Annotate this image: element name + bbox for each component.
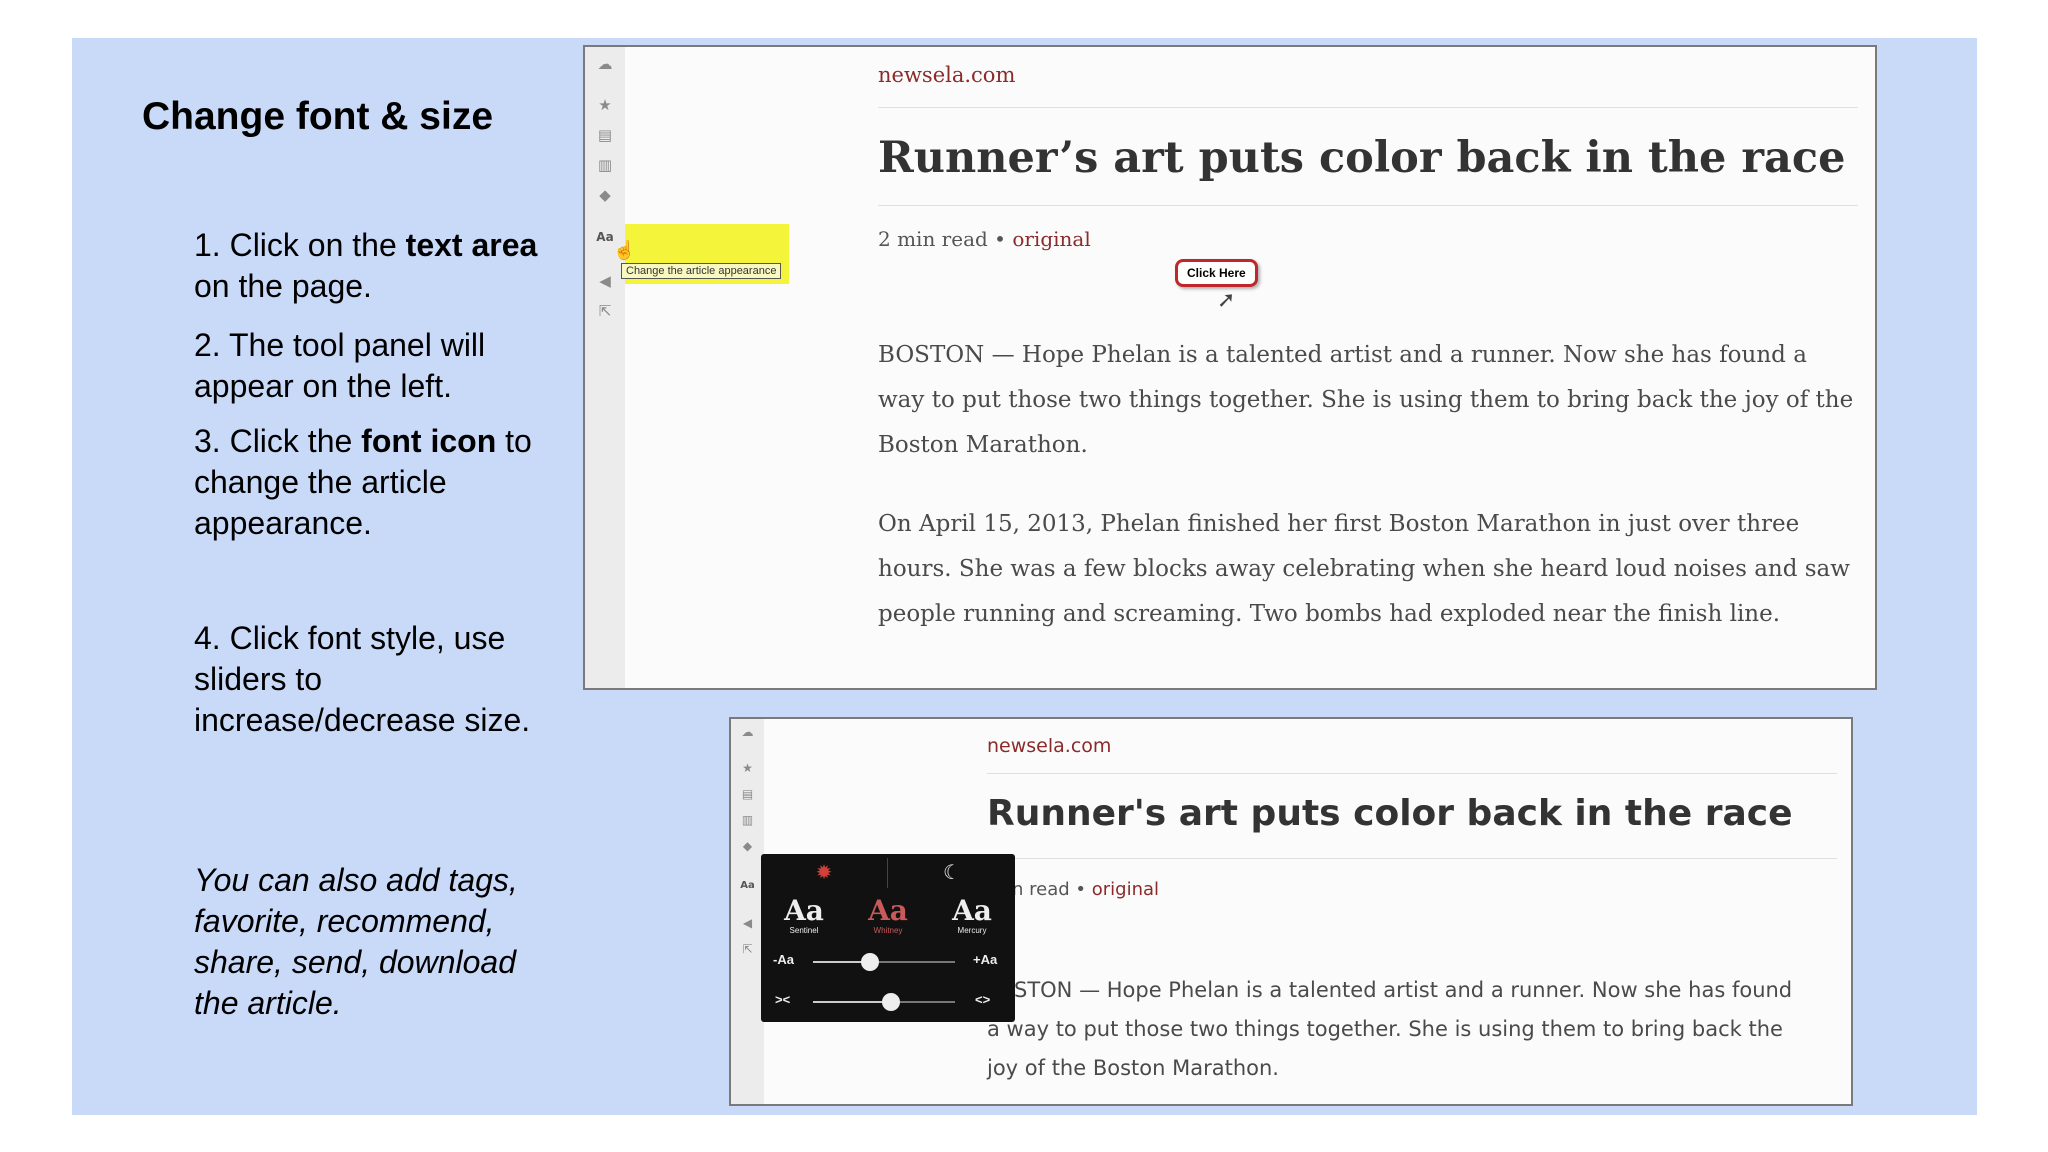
original-link[interactable]: original	[1012, 227, 1090, 251]
site-name[interactable]: newsela.com	[987, 735, 1111, 757]
star-icon[interactable]: ★	[731, 761, 764, 775]
article-paragraph-line-3[interactable]: joy of the Boston Marathon.	[987, 1049, 1279, 1088]
font-name: Whitney	[873, 926, 903, 935]
font-option-whitney[interactable]: Aa Whitney	[848, 896, 928, 936]
step-3: 3. Click the font icon to change the art…	[194, 423, 532, 541]
font-option-mercury[interactable]: Aa Mercury	[932, 896, 1012, 936]
cloud-icon[interactable]: ☁	[731, 725, 764, 739]
font-option-sentinel[interactable]: Aa Sentinel	[764, 896, 844, 936]
divider	[878, 205, 1858, 206]
slider-track[interactable]	[813, 993, 955, 1011]
divider	[987, 858, 1837, 859]
article-meta: 2 min read • original	[878, 227, 1091, 251]
font-icon[interactable]: Aa	[731, 880, 764, 891]
tooltip: Change the article appearance	[621, 263, 782, 279]
font-name: Mercury	[957, 926, 987, 935]
article-headline: Runner’s art puts color back in the race	[878, 133, 1846, 183]
share-icon[interactable]: ⇱	[731, 942, 764, 956]
article-headline: Runner's art puts color back in the race	[987, 793, 1793, 834]
step-4: 4. Click font style, use sliders to incr…	[194, 620, 531, 738]
hand-cursor-icon: ☝	[613, 240, 636, 260]
star-icon[interactable]: ★	[585, 96, 625, 114]
light-theme-sun-icon[interactable]: ✹	[761, 854, 887, 892]
narrow-width-label: ><	[775, 992, 791, 1007]
text-width-slider[interactable]: >< <>	[761, 988, 1015, 1016]
article-screenshot-1: ☁ ★ ▤ ▥ ◆ Aa ◀ ⇱ ☝ Change the article ap…	[583, 45, 1877, 690]
slider-track[interactable]	[813, 953, 955, 971]
cloud-icon[interactable]: ☁	[585, 55, 625, 73]
tag-icon[interactable]: ◆	[585, 186, 625, 204]
font-size-slider[interactable]: -Aa +Aa	[761, 948, 1015, 976]
article-paragraph-1[interactable]: BOSTON — Hope Phelan is a talented artis…	[878, 333, 1858, 468]
trash-icon[interactable]: ▥	[731, 813, 764, 827]
font-sample: Aa	[952, 894, 992, 927]
click-here-callout: Click Here	[1175, 259, 1258, 287]
original-link[interactable]: original	[1092, 879, 1159, 900]
divider	[878, 107, 1858, 108]
archive-icon[interactable]: ▤	[731, 787, 764, 801]
megaphone-icon[interactable]: ◀	[731, 916, 764, 930]
arrow-cursor-icon: ➚	[1217, 287, 1236, 312]
appearance-panel: ✹ ☾ Aa Sentinel Aa Whitney Aa Mercury -A…	[761, 854, 1015, 1022]
article-screenshot-2: ☁ ★ ▤ ▥ ◆ Aa ◀ ⇱ newsela.com Runner's ar…	[729, 717, 1853, 1106]
trash-icon[interactable]: ▥	[585, 156, 625, 174]
article-meta: in read • original	[1007, 879, 1160, 900]
font-sample: Aa	[868, 894, 908, 927]
slider-knob[interactable]	[860, 953, 879, 971]
decrease-size-label: -Aa	[773, 952, 794, 967]
tool-panel: ☁ ★ ▤ ▥ ◆ Aa ◀ ⇱	[585, 47, 625, 688]
dark-theme-moon-icon[interactable]: ☾	[889, 854, 1015, 892]
increase-size-label: +Aa	[973, 952, 998, 967]
tool-panel: ☁ ★ ▤ ▥ ◆ Aa ◀ ⇱	[731, 719, 764, 1104]
site-name[interactable]: newsela.com	[878, 63, 1015, 87]
article-paragraph-line-2[interactable]: a way to put those two things together. …	[987, 1010, 1783, 1049]
tag-icon[interactable]: ◆	[731, 839, 764, 853]
extra-features-note: You can also add tags, favorite, recomme…	[194, 862, 518, 1021]
archive-icon[interactable]: ▤	[585, 126, 625, 144]
share-icon[interactable]: ⇱	[585, 302, 625, 320]
article-paragraph-2[interactable]: On April 15, 2013, Phelan finished her f…	[878, 502, 1858, 637]
article-paragraph-line-1[interactable]: STON — Hope Phelan is a talented artist …	[1014, 971, 1792, 1010]
divider	[987, 773, 1837, 774]
step-1: 1. Click on the text area on the page.	[194, 227, 538, 304]
font-name: Sentinel	[789, 926, 819, 935]
divider	[887, 858, 888, 888]
megaphone-icon[interactable]: ◀	[585, 272, 625, 290]
slider-knob[interactable]	[882, 993, 901, 1011]
wide-width-label: <>	[975, 992, 991, 1007]
slide-title: Change font & size	[142, 95, 494, 138]
font-sample: Aa	[784, 894, 824, 927]
step-2: 2. The tool panel will appear on the lef…	[194, 327, 486, 404]
